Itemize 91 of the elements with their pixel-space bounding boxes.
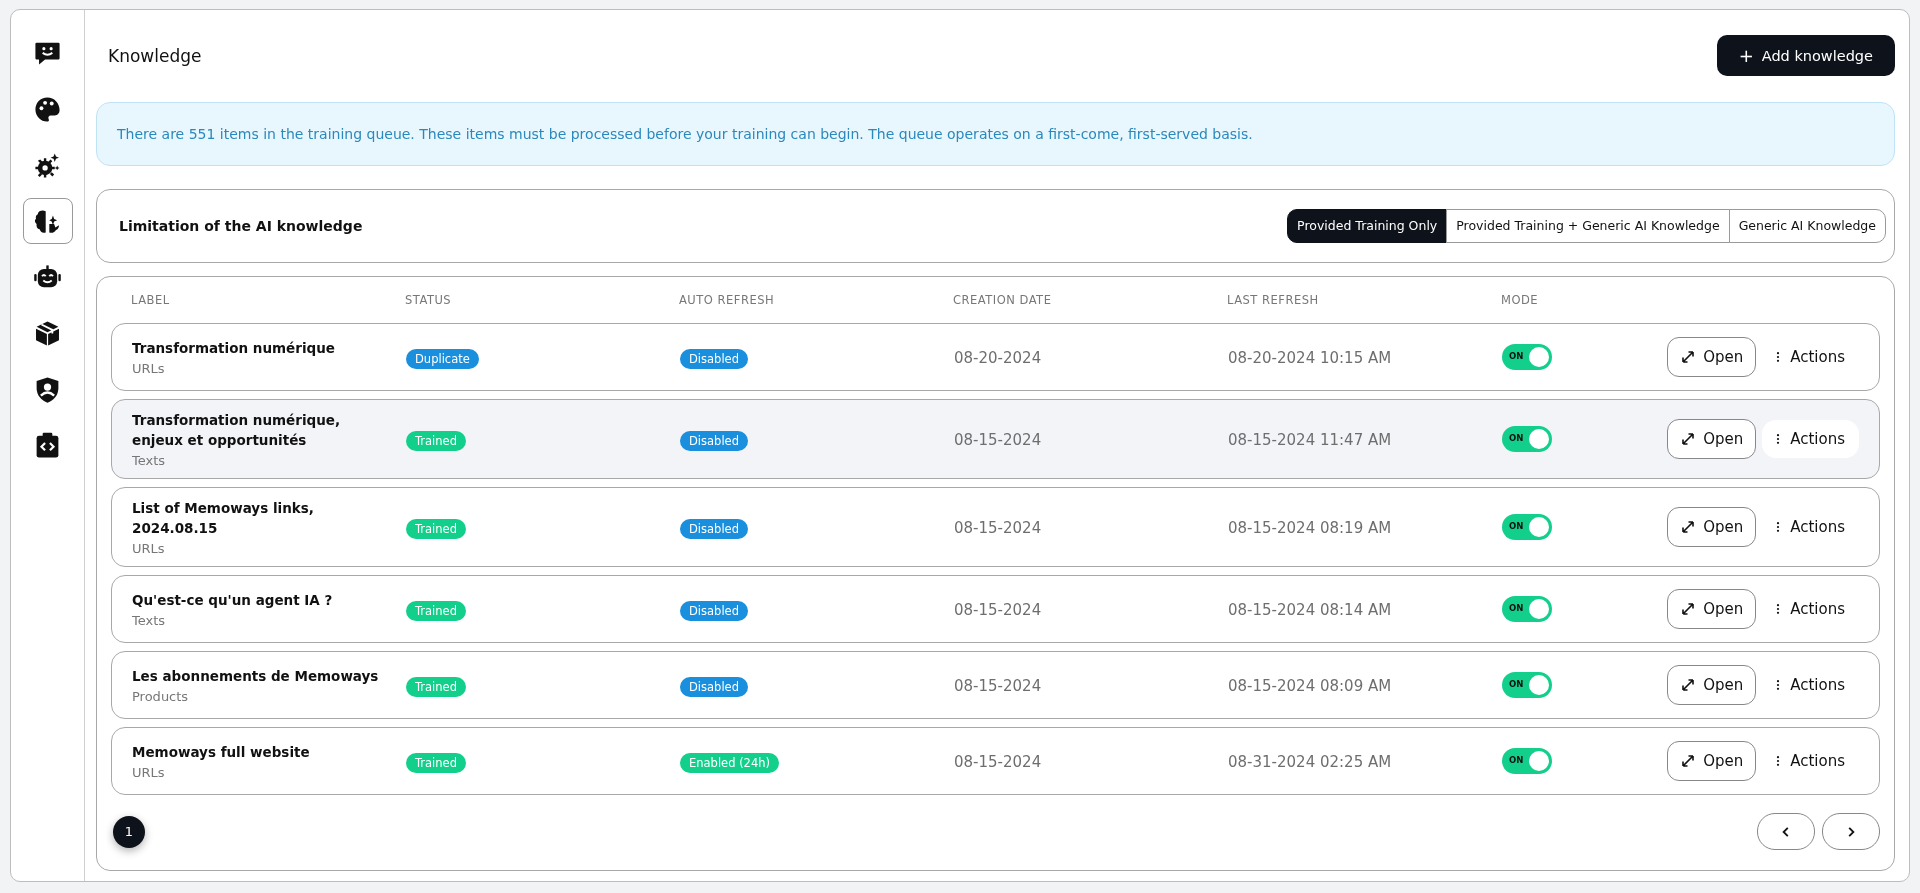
column-header: CREATION DATE [953,293,1053,307]
last-refresh-date: 08-15-2024 08:19 AM [1228,518,1392,537]
refresh-badge: Disabled [680,518,748,539]
add-knowledge-button[interactable]: + Add knowledge [1716,35,1895,77]
actions-button[interactable]: Actions [1762,666,1859,704]
column-header: LABEL [131,293,171,307]
mode-toggle[interactable]: ON [1502,514,1552,540]
refresh-badge: Disabled [680,676,748,697]
status-badge: Trained [406,752,466,773]
limitation-label: Limitation of the AI knowledge [119,217,363,234]
item-type: URLs [132,765,166,780]
table-row[interactable]: Les abonnements de Memoways Products Trained Disabled 08-15-2024 08-15-2024 08:09 AM ON Open Actions [111,651,1880,719]
open-button[interactable]: Open [1667,507,1757,547]
open-button[interactable]: Open [1667,419,1757,459]
creation-date: 08-15-2024 [954,676,1042,695]
more-vertical-icon [1776,603,1781,615]
refresh-badge: Disabled [680,430,748,451]
mode-toggle[interactable]: ON [1502,748,1552,774]
item-type: URLs [132,361,166,376]
mode-toggle[interactable]: ON [1502,596,1552,622]
column-header: AUTO REFRESH [679,293,776,307]
actions-button[interactable]: Actions [1762,338,1859,376]
expand-icon [1680,349,1697,365]
more-vertical-icon [1776,755,1781,767]
status-badge: Duplicate [406,348,479,369]
page-title: Knowledge [108,45,202,66]
column-header: LAST REFRESH [1227,293,1320,307]
refresh-badge: Disabled [680,600,748,621]
item-label: Les abonnements de Memoways [132,667,380,686]
creation-date: 08-20-2024 [954,348,1042,367]
table-row[interactable]: Transformation numérique, enjeux et opportunités Texts Trained Disabled 08-15-2024 08-15-2024 11:47 AM ON Open Actions [111,399,1880,479]
last-refresh-date: 08-15-2024 08:09 AM [1228,676,1392,695]
table-row[interactable]: Memoways full website URLs Trained Enabled (24h) 08-15-2024 08-31-2024 02:25 AM ON Open Actions [111,727,1880,795]
more-vertical-icon [1776,433,1781,445]
segment-option[interactable]: Generic AI Knowledge [1728,208,1886,243]
item-type: Texts [132,453,167,468]
mode-toggle[interactable]: ON [1502,426,1552,452]
expand-icon [1680,519,1697,535]
info-banner: There are 551 items in the training queue. These items must be processed before your training can begin. The queue operates on a first-come, first-served basis. [96,101,1895,166]
last-refresh-date: 08-15-2024 11:47 AM [1228,430,1392,449]
refresh-badge: Disabled [680,348,748,369]
segment-option[interactable]: Provided Training Only [1287,208,1448,243]
column-header: MODE [1501,293,1540,307]
expand-icon [1680,431,1697,447]
previous-page-button[interactable] [1757,813,1815,850]
item-type: Texts [132,613,167,628]
table-row[interactable]: Qu'est-ce qu'un agent IA ? Texts Trained Disabled 08-15-2024 08-15-2024 08:14 AM ON Open Actions [111,575,1880,643]
palette-icon [33,94,62,124]
creation-date: 08-15-2024 [954,752,1042,771]
last-refresh-date: 08-20-2024 10:15 AM [1228,348,1392,367]
actions-button[interactable]: Actions [1762,742,1859,780]
item-label: Transformation numérique [132,339,336,358]
table-row[interactable]: List of Memoways links, 2024.08.15 URLs Trained Disabled 08-15-2024 08-15-2024 08:19 AM ON Open Actions [111,487,1880,567]
column-header: STATUS [405,293,453,307]
table-row[interactable]: Transformation numérique URLs Duplicate Disabled 08-20-2024 08-20-2024 10:15 AM ON Open Actions [111,323,1880,391]
expand-icon [1680,753,1697,769]
item-type: URLs [132,541,166,556]
status-badge: Trained [406,676,466,697]
more-vertical-icon [1776,521,1781,533]
mode-toggle[interactable]: ON [1502,672,1552,698]
more-vertical-icon [1776,679,1781,691]
item-type: Products [132,689,190,704]
package-icon [33,318,62,348]
page-button[interactable]: 1 [113,815,145,848]
expand-icon [1680,601,1697,617]
refresh-badge: Enabled (24h) [680,752,780,773]
status-badge: Trained [406,600,466,621]
last-refresh-date: 08-15-2024 08:14 AM [1228,600,1392,619]
creation-date: 08-15-2024 [954,518,1042,537]
actions-button[interactable]: Actions [1762,508,1859,546]
mode-toggle[interactable]: ON [1502,344,1552,370]
status-badge: Trained [406,518,466,539]
item-label: Memoways full website [132,743,311,762]
open-button[interactable]: Open [1667,337,1757,377]
actions-button[interactable]: Actions [1762,420,1859,458]
actions-button[interactable]: Actions [1762,590,1859,628]
more-vertical-icon [1776,351,1781,363]
open-button[interactable]: Open [1667,665,1757,705]
item-label: List of Memoways links, 2024.08.15 [132,499,315,538]
item-label: Qu'est-ce qu'un agent IA ? [132,591,334,610]
open-button[interactable]: Open [1667,741,1757,781]
open-button[interactable]: Open [1667,589,1757,629]
sidebar-item[interactable] [22,198,73,244]
last-refresh-date: 08-31-2024 02:25 AM [1228,752,1392,771]
status-badge: Trained [406,430,466,451]
creation-date: 08-15-2024 [954,600,1042,619]
segment-option[interactable]: Provided Training + Generic AI Knowledge [1446,208,1730,243]
item-label: Transformation numérique, enjeux et opportunités [132,411,342,450]
next-page-button[interactable] [1822,813,1880,850]
expand-icon [1680,677,1697,693]
creation-date: 08-15-2024 [954,430,1042,449]
